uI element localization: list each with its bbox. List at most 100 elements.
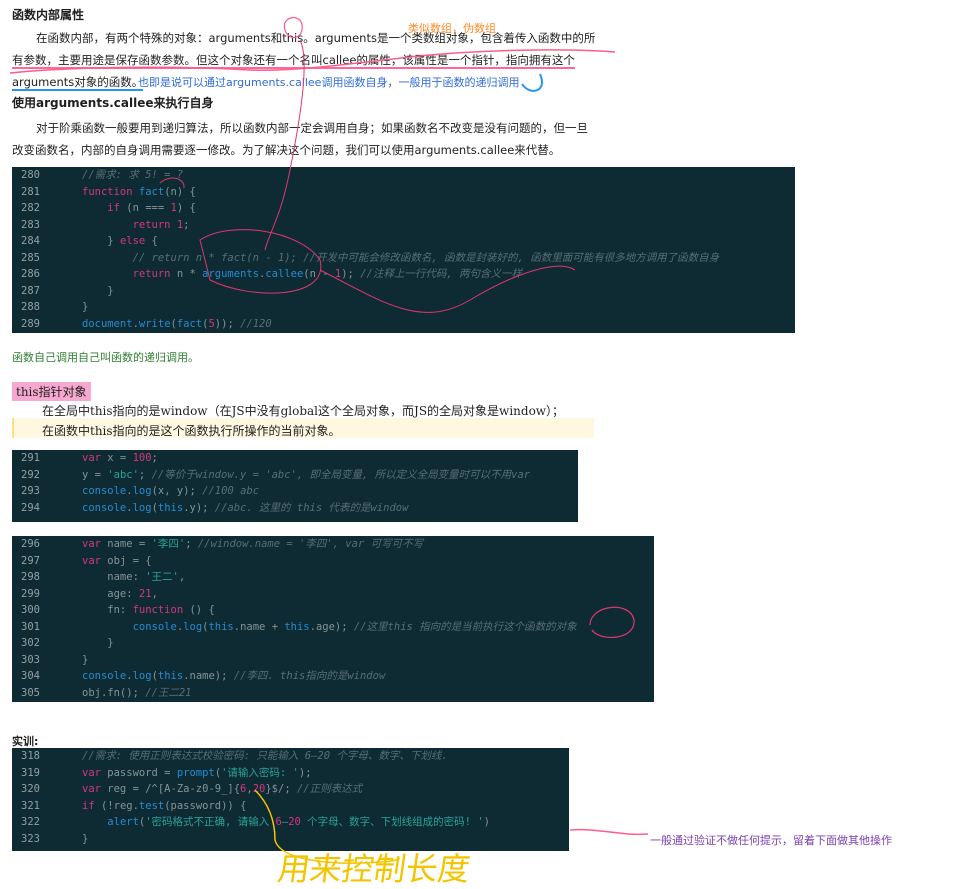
code-line: 289 document.write(fact(5)); //120	[12, 316, 795, 333]
section-title-callee: 使用arguments.callee来执行自身	[12, 96, 214, 110]
code-line: 297 var obj = {	[12, 553, 654, 570]
handwritten-note: 用来控制长度	[275, 850, 472, 888]
code-text: document.write(fact(5)); //120	[82, 317, 272, 330]
line-number: 287	[21, 284, 40, 297]
code-line: 298 name: '王二',	[12, 569, 654, 586]
code-text: }	[82, 832, 89, 845]
code-text: return n * arguments.callee(n - 1); //注释…	[132, 268, 522, 280]
line-number: 282	[21, 202, 40, 214]
code-text: }	[82, 284, 114, 297]
code-line: 304 console.log(this.name); //李四. this指向的…	[12, 668, 654, 685]
code-line: 301 console.log(this.name + this.age); /…	[12, 619, 654, 636]
code-text: function fact(n) {	[82, 185, 196, 198]
code-text: var obj = {	[82, 554, 152, 567]
line-number: 281	[21, 185, 40, 198]
code-line: 285 // return n * fact(n - 1); //开发中可能会修…	[12, 250, 795, 267]
section-title-function-properties: 函数内部属性	[12, 8, 85, 22]
line-number: 286	[21, 268, 40, 280]
code-line: 303}	[12, 652, 654, 669]
code-text: if (!reg.test(password)) {	[82, 799, 247, 812]
line-number: 299	[21, 587, 40, 600]
line-number: 321	[21, 799, 40, 812]
code-line: 293 console.log(x, y); //100 abc	[12, 483, 578, 500]
code-line: 291 var x = 100;	[12, 450, 578, 467]
line-number: 302	[21, 637, 40, 649]
code-text: age: 21,	[82, 587, 158, 600]
line-number: 294	[21, 501, 40, 514]
code-line: 319 var password = prompt('请输入密码: ');	[12, 765, 569, 782]
code-text: return 1;	[132, 218, 190, 231]
code-line: 284 } else {	[12, 233, 795, 250]
code-line: 322 alert('密码格式不正确, 请输入 6—20 个字母、数字、下划线组…	[12, 814, 569, 831]
paragraph-callee: 对于阶乘函数一般要用到递归算法，所以函数内部一定会调用自身；如果函数名不改变是没…	[12, 117, 602, 161]
annotation-green: 函数自己调用自己叫函数的递归调用。	[12, 351, 199, 364]
code-line: 288}	[12, 299, 795, 316]
code-text: }	[82, 653, 89, 666]
line-number: 303	[21, 653, 40, 666]
code-line: 280 //需求: 求 5! = ?	[12, 167, 795, 184]
code-line: 292 y = 'abc'; //等价于window.y = 'abc', 即全局…	[12, 467, 578, 484]
code-line: 320 var reg = /^[A-Za-z0-9_]{6,20}$/; //正…	[12, 781, 569, 798]
code-text: console.log(this.y); //abc. 这里的 this 代表的…	[82, 501, 409, 514]
line-number: 304	[21, 670, 40, 682]
code-line: 286 return n * arguments.callee(n - 1); …	[12, 266, 795, 283]
code-text: var x = 100;	[82, 452, 158, 464]
code-line: 281 function fact(n) {	[12, 184, 795, 201]
line-number: 293	[21, 485, 40, 497]
code-line: 318 //需求: 使用正则表达式校验密码: 只能输入 6—20 个字母、数字、下…	[12, 748, 569, 765]
annotation-blue: 也即是说可以通过arguments.callee调用函数自身，一般用于函数的递归…	[138, 76, 520, 89]
line-number: 319	[21, 766, 40, 779]
line-number: 318	[21, 750, 40, 762]
line-number: 291	[21, 452, 40, 464]
code-line: 305 obj.fn(); //王二21	[12, 685, 654, 702]
code-text: if (n === 1) {	[107, 202, 196, 214]
line-number: 305	[21, 686, 40, 699]
code-line: 300 fn: function () {	[12, 602, 654, 619]
code-text: var reg = /^[A-Za-z0-9_]{6,20}$/; //正则表达…	[82, 783, 363, 795]
line-number: 296	[21, 538, 40, 550]
annotation-purple: 一般通过验证不做任何提示，留着下面做其他操作	[650, 834, 892, 847]
line-number: 300	[21, 604, 40, 616]
code-text: var password = prompt('请输入密码: ');	[82, 766, 312, 779]
code-line: 299 age: 21,	[12, 586, 654, 603]
code-text: // return n * fact(n - 1); //开发中可能会修改函数名…	[132, 251, 720, 264]
line-number: 301	[21, 620, 40, 633]
line-number: 292	[21, 468, 40, 481]
line-number: 322	[21, 816, 40, 828]
code-line: 294 console.log(this.y); //abc. 这里的 this …	[12, 500, 578, 517]
code-line: 283 return 1;	[12, 217, 795, 234]
code-text: obj.fn(); //王二21	[82, 686, 192, 699]
code-line: 287 }	[12, 283, 795, 300]
code-text: console.log(x, y); //100 abc	[82, 485, 260, 497]
line-number: 284	[21, 235, 40, 247]
paragraph-line: 有参数，主要用途是保存函数参数。但这个对象还有一个名叫callee的属性，该属性…	[12, 53, 575, 69]
section-title-practice: 实训:	[12, 735, 39, 748]
code-block-regex: 318 //需求: 使用正则表达式校验密码: 只能输入 6—20 个字母、数字、下…	[12, 748, 569, 851]
line-number: 323	[21, 832, 40, 845]
code-block-global-this: 291 var x = 100; 292 y = 'abc'; //等价于window…	[12, 450, 578, 522]
code-text: }	[82, 637, 114, 649]
this-line-function: 在函数中this指向的是这个函数执行所操作的当前对象。	[42, 424, 341, 438]
code-text: console.log(this.name + this.age); //这里t…	[132, 620, 577, 633]
code-text: //需求: 使用正则表达式校验密码: 只能输入 6—20 个字母、数字、下划线.	[82, 750, 448, 762]
code-line: 321 if (!reg.test(password)) {	[12, 798, 569, 815]
code-text: name: '王二',	[82, 571, 186, 583]
line-number: 280	[21, 169, 40, 181]
line-number: 288	[21, 301, 40, 313]
line-number: 297	[21, 554, 40, 567]
code-text: fn: function () {	[82, 604, 215, 616]
line-number: 289	[21, 317, 40, 330]
code-block-factorial: 280//需求: 求 5! = ? 281 function fact(n) {28…	[12, 167, 795, 333]
code-text: }	[82, 301, 89, 313]
code-text: var name = '李四'; //window.name = '李四', v…	[82, 538, 424, 550]
paragraph-line: 在函数内部，有两个特殊的对象：arguments和this。arguments是…	[36, 31, 596, 45]
code-block-object-this: 296 var name = '李四'; //window.name = '李四'…	[12, 536, 654, 702]
line-number: 285	[21, 251, 40, 264]
code-line: 302 }	[12, 635, 654, 652]
line-number: 283	[21, 218, 40, 231]
code-line: 282 if (n === 1) {	[12, 200, 795, 217]
paragraph-line: 改变函数名，内部的自身调用需要逐一修改。为了解决这个问题，我们可以使用argum…	[12, 143, 561, 157]
code-text: console.log(this.name); //李四. this指向的是wi…	[82, 670, 386, 682]
line-number: 298	[21, 571, 40, 583]
this-line-global: 在全局中this指向的是window（在JS中没有global这个全局对象，而J…	[42, 404, 565, 418]
